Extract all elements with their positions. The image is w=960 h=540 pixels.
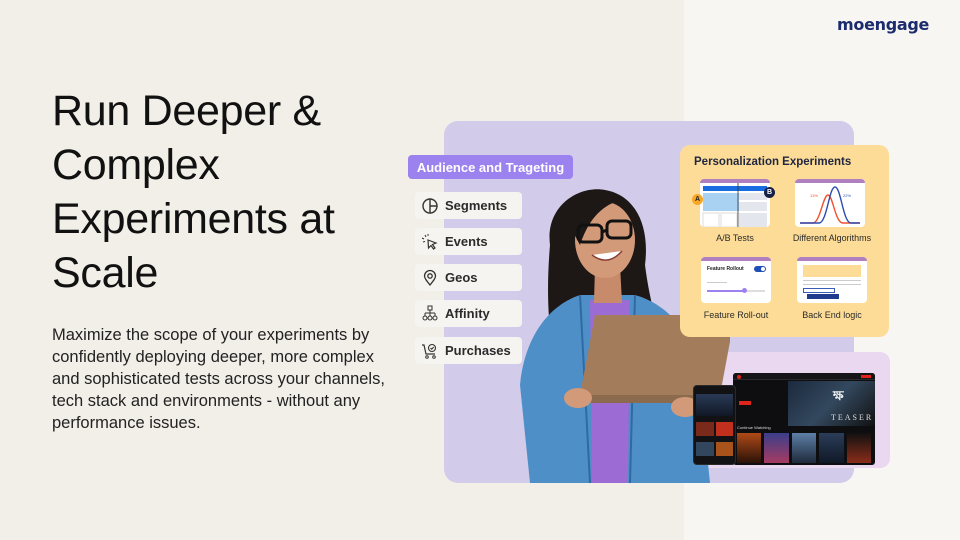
personalization-title: Personalization Experiments xyxy=(694,156,852,168)
back-end-logic-card xyxy=(797,257,867,303)
feature-rollout-card: Feature Rollout xyxy=(701,257,771,303)
continue-watching-title: Continue Watching xyxy=(737,425,771,430)
hierarchy-icon xyxy=(422,305,438,320)
pie-chart-icon xyxy=(422,197,438,214)
feature-rollout-toggle[interactable] xyxy=(754,266,766,272)
map-pin-icon xyxy=(423,269,437,286)
card-label: A/B Tests xyxy=(716,233,754,243)
different-algorithms-card: 13% 22% xyxy=(795,179,865,227)
cursor-click-icon xyxy=(421,233,438,250)
audience-item-events: Events xyxy=(415,228,522,255)
audience-item-label: Geos xyxy=(445,270,478,285)
shopping-cart-icon xyxy=(422,343,437,359)
rollout-slider[interactable] xyxy=(707,288,765,293)
audience-item-geos: Geos xyxy=(415,264,522,291)
teaser-banner-text: TEASER xyxy=(831,413,874,422)
hero-description: Maximize the scope of your experiments b… xyxy=(52,326,385,432)
audience-item-affinity: Affinity xyxy=(415,300,522,327)
card-topbar xyxy=(797,257,867,261)
card-topbar xyxy=(701,257,771,261)
variant-a-badge: A xyxy=(692,194,703,205)
moengage-logo[interactable]: moengage xyxy=(837,15,929,34)
audience-item-purchases: Purchases xyxy=(415,337,522,364)
streaming-app-screenshot: ক্ষ TEASER Continue Watching xyxy=(733,373,875,465)
variant-b-badge: B xyxy=(764,187,775,198)
distribution-curves-chart: 13% 22% xyxy=(800,186,860,224)
audience-targeting-header: Audience and Trageting xyxy=(408,155,573,179)
feature-rollout-label: Feature Rollout xyxy=(707,266,744,272)
left-curve-value: 13% xyxy=(810,193,818,198)
audience-item-label: Segments xyxy=(445,198,508,213)
right-curve-value: 22% xyxy=(843,193,851,198)
rollout-slider-handle[interactable] xyxy=(742,288,748,293)
mobile-app-screenshot xyxy=(693,385,736,465)
audience-item-label: Purchases xyxy=(445,343,511,358)
card-label: Feature Roll-out xyxy=(703,310,769,320)
audience-item-label: Events xyxy=(445,234,488,249)
page-headline: Run Deeper & Complex Experiments at Scal… xyxy=(52,87,335,297)
ab-test-illustration xyxy=(702,183,767,227)
card-label: Back End logic xyxy=(802,310,862,320)
audience-item-label: Affinity xyxy=(445,306,490,321)
card-label: Different Algorithms xyxy=(792,233,872,243)
ab-tests-card xyxy=(700,179,770,227)
audience-item-segments: Segments xyxy=(415,192,522,219)
